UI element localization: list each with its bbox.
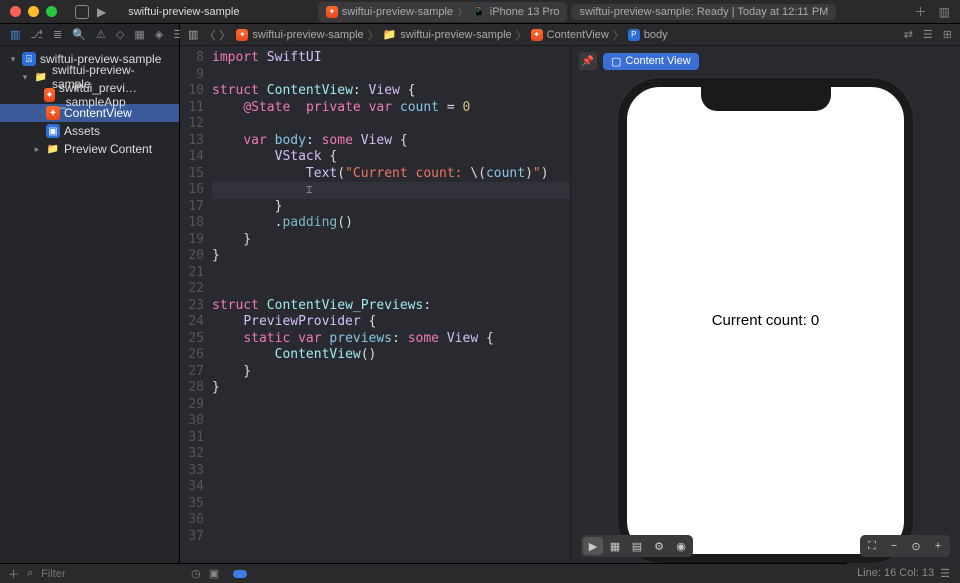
- build-status: swiftui-preview-sample: Ready | Today at…: [571, 4, 836, 20]
- device-settings-button[interactable]: ⚙: [649, 537, 669, 555]
- folder-icon: 📁: [34, 70, 48, 84]
- find-navigator-icon[interactable]: 🔍: [72, 28, 86, 41]
- project-tree: ▾ ⍓ swiftui-preview-sample ▾ 📁 swiftui-p…: [0, 46, 179, 162]
- file-swift-app[interactable]: ✦ swiftui_previ…_sampleApp: [0, 86, 179, 104]
- xcodeproj-icon: ⍓: [22, 52, 36, 66]
- stop-button[interactable]: [75, 5, 89, 19]
- recent-filter-icon[interactable]: ◷: [191, 567, 201, 580]
- test-navigator-icon[interactable]: ◇: [116, 28, 124, 41]
- folder-icon: 📁: [46, 142, 60, 156]
- close-window-button[interactable]: [10, 6, 21, 17]
- add-button[interactable]: ＋: [915, 3, 927, 20]
- filter-icon: ⌕: [27, 567, 33, 580]
- filter-bar: ＋ ⌕ ◷ ▣: [0, 563, 960, 583]
- pin-preview-button[interactable]: 📌: [579, 52, 597, 70]
- assets-icon: ▣: [46, 124, 60, 138]
- library-button[interactable]: ▥: [939, 5, 950, 19]
- disclosure-icon[interactable]: ▾: [8, 54, 18, 65]
- chevron-right-icon: 〉: [457, 4, 468, 20]
- filter-input[interactable]: [41, 568, 183, 580]
- zoom-window-button[interactable]: [46, 6, 57, 17]
- breakpoint-navigator-icon[interactable]: ◈: [155, 28, 163, 41]
- file-label: ContentView: [64, 106, 132, 120]
- disclosure-icon[interactable]: ▾: [20, 72, 30, 83]
- issue-navigator-icon[interactable]: ⚠: [96, 28, 106, 41]
- project-title: swiftui-preview-sample: [128, 6, 239, 18]
- file-label: swiftui_previ…_sampleApp: [59, 81, 173, 109]
- code-content[interactable]: import SwiftUI struct ContentView: View …: [212, 50, 570, 563]
- swift-icon: ✦: [326, 6, 338, 18]
- scheme-selector[interactable]: ✦ swiftui-preview-sample 〉 📱 iPhone 13 P…: [318, 2, 568, 22]
- zoom-in-button[interactable]: +: [928, 537, 948, 555]
- add-target-button[interactable]: ＋: [8, 566, 19, 582]
- add-editor-icon[interactable]: ⊞: [943, 28, 952, 41]
- disclosure-icon[interactable]: ▸: [32, 144, 42, 155]
- swiftui-preview-canvas: 📌 ▢ Content View Current count: 0 ▶ ▦: [570, 46, 960, 563]
- device-frame: Current count: 0: [618, 78, 913, 563]
- folder-icon: 📁: [383, 28, 397, 41]
- debug-navigator-icon[interactable]: ▦: [134, 28, 144, 41]
- variants-button[interactable]: ▤: [627, 537, 647, 555]
- nav-forward-button[interactable]: 〉: [219, 27, 230, 43]
- jump-bar: ▥ 〈 〉 ✦ swiftui-preview-sample 〉 📁 swift…: [180, 24, 960, 46]
- property-icon: P: [628, 29, 640, 41]
- activity-indicator: [233, 570, 247, 578]
- zoom-to-fit-button[interactable]: ⛶: [862, 537, 882, 555]
- navigator-sidebar: ▥ ⎇ ≣ 🔍 ⚠ ◇ ▦ ◈ ☰ ▾ ⍓ swiftui-preview-sa…: [0, 24, 180, 563]
- folder-preview-content[interactable]: ▸ 📁 Preview Content: [0, 140, 179, 158]
- symbol-navigator-icon[interactable]: ≣: [53, 28, 62, 41]
- preview-mode-buttons: ▶ ▦ ▤ ⚙ ◉: [581, 535, 693, 557]
- scheme-name: swiftui-preview-sample: [342, 6, 453, 18]
- run-button[interactable]: ▶: [97, 5, 106, 19]
- live-preview-button[interactable]: ▶: [583, 537, 603, 555]
- file-label: Assets: [64, 124, 100, 138]
- editor-grid-icon[interactable]: ▥: [188, 28, 198, 41]
- swift-file-icon: ✦: [46, 106, 60, 120]
- zoom-controls: ⛶ − ⊙ +: [860, 535, 950, 557]
- zoom-out-button[interactable]: −: [884, 537, 904, 555]
- swift-icon: ✦: [236, 29, 248, 41]
- nav-back-button[interactable]: 〈: [204, 27, 215, 43]
- cursor-position: Line: 16 Col: 13: [857, 567, 934, 579]
- preview-icon: ▢: [611, 55, 621, 68]
- preview-options-button[interactable]: ◉: [671, 537, 691, 555]
- swift-icon: ✦: [531, 29, 543, 41]
- title-bar: ▶ swiftui-preview-sample ✦ swiftui-previ…: [0, 0, 960, 24]
- device-name: iPhone 13 Pro: [490, 6, 560, 18]
- editor-area: ▥ 〈 〉 ✦ swiftui-preview-sample 〉 📁 swift…: [180, 24, 960, 563]
- window-controls: [10, 6, 57, 17]
- scm-filter-icon[interactable]: ▣: [209, 567, 219, 580]
- selectable-preview-button[interactable]: ▦: [605, 537, 625, 555]
- file-assets[interactable]: ▣ Assets: [0, 122, 179, 140]
- project-navigator-icon[interactable]: ▥: [10, 28, 20, 41]
- breadcrumb[interactable]: ✦ swiftui-preview-sample 〉 📁 swiftui-pre…: [236, 27, 667, 43]
- preview-label[interactable]: ▢ Content View: [603, 53, 699, 70]
- jump-to-counterpart-icon[interactable]: ⇄: [904, 28, 913, 41]
- swift-file-icon: ✦: [44, 88, 55, 102]
- source-control-icon[interactable]: ⎇: [30, 28, 43, 41]
- line-gutter: 8910111213141516171819202122232425262728…: [180, 50, 212, 563]
- zoom-actual-button[interactable]: ⊙: [906, 537, 926, 555]
- navigator-selector: ▥ ⎇ ≣ 🔍 ⚠ ◇ ▦ ◈ ☰: [0, 24, 179, 46]
- editor-options-icon[interactable]: ☰: [923, 28, 933, 41]
- device-icon: 📱: [472, 5, 486, 18]
- minimize-window-button[interactable]: [28, 6, 39, 17]
- file-label: Preview Content: [64, 142, 152, 156]
- minimap-toggle-icon[interactable]: ☰: [940, 567, 950, 580]
- preview-content: Current count: 0: [627, 87, 904, 554]
- status-bar: Line: 16 Col: 13 ☰: [847, 563, 960, 583]
- source-editor[interactable]: 8910111213141516171819202122232425262728…: [180, 46, 570, 563]
